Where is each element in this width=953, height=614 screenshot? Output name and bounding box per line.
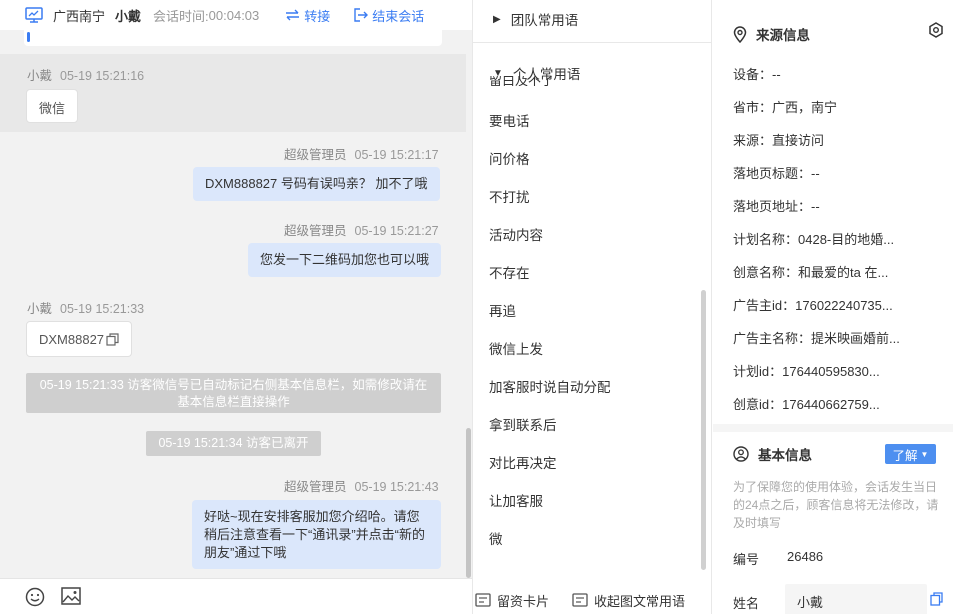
copy-icon[interactable] — [106, 332, 119, 346]
info-row-device: 设备：-- — [733, 67, 781, 82]
message-meta: 超级管理员 05-19 15:21:27 — [284, 220, 439, 239]
info-row-creative-name: 创意名称：和最爱的ta 在... — [733, 265, 889, 280]
id-label: 编号 — [733, 552, 760, 567]
transfer-button[interactable]: 转接 — [285, 6, 330, 25]
transfer-label: 转接 — [304, 8, 331, 24]
phrase-item[interactable]: 活动内容 — [489, 224, 543, 244]
settings-icon[interactable] — [928, 22, 944, 38]
divider — [473, 42, 711, 43]
phrases-scrollbar[interactable] — [701, 290, 706, 570]
lead-card-label: 留资卡片 — [497, 593, 550, 609]
message-bubble: 您发一下二维码加您也可以哦 — [248, 243, 442, 277]
message-time: 05-19 15:21:43 — [354, 480, 439, 494]
phrases-footer: 留资卡片 收起图文常用语 — [473, 586, 711, 614]
message-time: 05-19 15:21:33 — [60, 302, 145, 316]
message-meta: 超级管理员 05-19 15:21:17 — [284, 144, 439, 163]
name-field[interactable]: 小戴 — [785, 584, 927, 614]
sender-name: 超级管理员 — [284, 224, 347, 238]
basic-info-title: 基本信息 — [733, 444, 812, 464]
learn-more-button[interactable]: 了解 ▼ — [885, 444, 936, 464]
session-time-value: 00:04:03 — [208, 7, 260, 23]
message-time: 05-19 15:21:17 — [354, 148, 439, 162]
info-panel: 来源信息 设备：-- 省市：广西，南宁 来源：直接访问 落地页标题：-- 落地页… — [713, 0, 953, 614]
system-notice: 05-19 15:21:34 访客已离开 — [146, 431, 321, 456]
source-info-title: 来源信息 — [733, 24, 810, 44]
end-session-button[interactable]: 结束会话 — [354, 6, 424, 25]
user-icon — [733, 446, 749, 462]
phrase-item[interactable]: 让加客服 — [489, 490, 543, 510]
sender-name: 小戴 — [27, 69, 53, 83]
message-bubble: DXM88827 — [26, 321, 133, 357]
collapse-phrases-label: 收起图文常用语 — [594, 593, 686, 609]
phrase-item-partial[interactable]: 留白及不了 — [489, 76, 569, 86]
learn-more-label: 了解 — [892, 448, 918, 463]
visitor-location: 广西南宁 — [53, 8, 106, 24]
sender-name: 小戴 — [27, 302, 53, 316]
emoji-icon[interactable] — [25, 587, 45, 607]
session-time-label: 会话时间: — [153, 8, 209, 24]
copy-icon[interactable] — [930, 592, 943, 606]
phrase-item[interactable]: 拿到联系后 — [489, 414, 557, 434]
lead-card-button[interactable]: 留资卡片 — [475, 591, 549, 610]
message-bubble: 微信 — [26, 89, 79, 123]
info-row-landing-title: 落地页标题：-- — [733, 166, 820, 181]
message-meta: 小戴 05-19 15:21:16 — [27, 65, 144, 84]
phrase-item[interactable]: 加客服时说自动分配 — [489, 376, 611, 396]
phrase-item[interactable]: 不打扰 — [489, 186, 530, 206]
info-row-landing-url: 落地页地址：-- — [733, 199, 820, 214]
edit-deadline-note: 为了保障您的使用体验，会话发生当日的24点之后，顾客信息将无法修改，请及时填写 — [733, 480, 939, 530]
exit-icon — [354, 8, 369, 22]
card-icon — [475, 593, 491, 607]
chat-header: 广西南宁 小戴 会话时间: 00:04:03 转接 结束会话 — [0, 0, 472, 30]
chat-input-toolbar — [0, 578, 472, 614]
visitor-name: 小戴 — [115, 8, 142, 24]
divider — [713, 424, 953, 432]
message-bubble: 好哒~现在安排客服加您介绍哈。请您稍后注意查看一下“通讯录”并点击“新的朋友”通… — [192, 500, 441, 569]
chat-panel: 广西南宁 小戴 会话时间: 00:04:03 转接 结束会话 小戴 05-19 1… — [0, 0, 472, 614]
monitor-icon — [25, 7, 43, 23]
info-row-advertiser-id: 广告主id：176022240735... — [733, 298, 893, 313]
transfer-icon — [286, 9, 300, 21]
message-time: 05-19 15:21:16 — [60, 69, 145, 83]
phrase-item[interactable]: 问价格 — [489, 148, 530, 168]
chat-scrollbar[interactable] — [466, 428, 471, 578]
message-time: 05-19 15:21:27 — [354, 224, 439, 238]
message-meta: 超级管理员 05-19 15:21:43 — [284, 476, 439, 495]
phrase-item[interactable]: 再追 — [489, 300, 516, 320]
team-phrases-group[interactable]: ▶ 团队常用语 — [493, 9, 578, 29]
basic-info-label: 基本信息 — [758, 448, 812, 463]
phrase-item[interactable]: 微信上发 — [489, 338, 543, 358]
phrase-item[interactable]: 不存在 — [489, 262, 530, 282]
phrase-item[interactable]: 要电话 — [489, 110, 530, 130]
image-icon[interactable] — [61, 587, 81, 605]
caret-down-icon: ▼ — [920, 449, 929, 459]
phrase-item[interactable]: 对比再决定 — [489, 452, 557, 472]
id-value: 26486 — [787, 549, 824, 564]
source-info-label: 来源信息 — [756, 28, 810, 43]
sender-name: 超级管理员 — [284, 148, 347, 162]
previous-message-card — [0, 24, 472, 46]
card-icon — [572, 593, 588, 607]
phrase-item-partial-label: 留白及不了 — [489, 76, 555, 86]
system-notice: 05-19 15:21:33 访客微信号已自动标记右侧基本信息栏，如需修改请在基… — [26, 373, 441, 413]
caret-right-icon: ▶ — [493, 13, 501, 25]
quick-phrases-panel: ▶ 团队常用语 ▼ 个人常用语 留白及不了 要电话 问价格 不打扰 活动内容 不… — [472, 0, 712, 614]
phrase-item[interactable]: 微 — [489, 528, 503, 548]
message-meta: 小戴 05-19 15:21:33 — [27, 298, 144, 317]
name-label: 姓名 — [733, 596, 760, 611]
info-row-plan-name: 计划名称：0428-目的地婚... — [733, 232, 895, 247]
message-text: DXM88827 — [39, 331, 105, 347]
sender-name: 超级管理员 — [284, 480, 347, 494]
info-row-plan-id: 计划id：176440595830... — [733, 364, 880, 379]
team-phrases-label: 团队常用语 — [510, 13, 579, 28]
collapse-phrases-button[interactable]: 收起图文常用语 — [572, 591, 685, 610]
info-row-creative-id: 创意id：176440662759... — [733, 397, 880, 412]
info-row-advertiser-name: 广告主名称：提米映画婚前... — [733, 331, 900, 346]
location-pin-icon — [733, 25, 747, 43]
message-bubble: DXM888827 号码有误吗亲？ 加不了哦 — [193, 167, 440, 201]
info-row-region: 省市：广西，南宁 — [733, 100, 838, 115]
end-session-label: 结束会话 — [372, 8, 425, 24]
info-row-source: 来源：直接访问 — [733, 133, 825, 148]
